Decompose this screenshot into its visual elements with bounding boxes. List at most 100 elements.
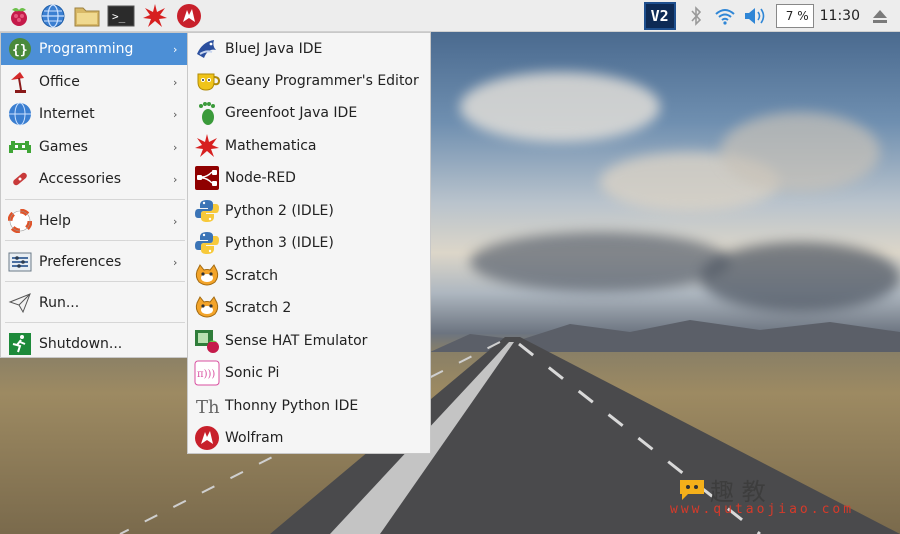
vnc-server-icon[interactable]: V2: [643, 2, 676, 30]
submenu-arrow-icon: ›: [173, 140, 178, 154]
python-icon: [193, 197, 221, 225]
submenu-item-greenfoot[interactable]: Greenfoot Java IDE: [188, 97, 430, 129]
menu-item-label: Run...: [39, 295, 80, 311]
menu-separator: [5, 322, 185, 323]
applications-menu: {} Programming › Office › Internet › Gam…: [0, 32, 188, 358]
wolfram-icon: [193, 424, 221, 452]
wifi-button[interactable]: [710, 7, 740, 25]
submenu-arrow-icon: ›: [173, 214, 178, 228]
menu-item-label: Shutdown...: [39, 336, 123, 352]
cpu-usage-monitor[interactable]: 7 %: [775, 4, 814, 28]
eject-icon: [873, 10, 887, 23]
svg-text:>_: >_: [112, 10, 126, 23]
programming-submenu: BlueJ Java IDE Geany Programmer's Editor…: [187, 32, 431, 454]
submenu-item-label: Sense HAT Emulator: [225, 333, 368, 349]
menu-item-run[interactable]: Run...: [1, 287, 187, 319]
menu-item-programming[interactable]: {} Programming ›: [1, 33, 187, 65]
globe-icon: [7, 101, 33, 127]
submenu-item-label: Scratch 2: [225, 300, 292, 316]
geany-icon: [193, 67, 221, 95]
greenfoot-icon: [193, 99, 221, 127]
menu-item-label: Programming: [39, 41, 134, 57]
clock[interactable]: 11:30: [820, 8, 860, 24]
bluetooth-icon: [691, 6, 701, 26]
menu-separator: [5, 281, 185, 282]
settings-icon: [7, 249, 33, 275]
menu-item-label: Accessories: [39, 171, 122, 187]
sonic-pi-icon: π))): [193, 359, 221, 387]
globe-icon: [41, 3, 65, 28]
menu-separator: [5, 199, 185, 200]
submenu-item-scratch[interactable]: Scratch: [188, 260, 430, 292]
submenu-item-label: Mathematica: [225, 138, 317, 154]
menu-item-label: Office: [39, 74, 80, 90]
knife-icon: [7, 166, 33, 192]
menu-item-preferences[interactable]: Preferences ›: [1, 246, 187, 278]
submenu-item-label: Geany Programmer's Editor: [225, 73, 419, 89]
alien-icon: [7, 134, 33, 160]
menu-item-label: Help: [39, 213, 71, 229]
menu-item-help[interactable]: Help ›: [1, 205, 187, 237]
file-manager-button[interactable]: [72, 1, 102, 31]
submenu-item-label: Sonic Pi: [225, 365, 280, 381]
terminal-icon: >_: [107, 5, 135, 26]
lamp-icon: [7, 69, 33, 95]
eject-button[interactable]: [872, 8, 894, 24]
submenu-item-sonic-pi[interactable]: π))) Sonic Pi: [188, 357, 430, 389]
submenu-item-scratch2[interactable]: Scratch 2: [188, 292, 430, 324]
submenu-item-label: Greenfoot Java IDE: [225, 105, 358, 121]
submenu-arrow-icon: ›: [173, 75, 178, 89]
paper-plane-icon: [7, 290, 33, 316]
submenu-item-label: BlueJ Java IDE: [225, 41, 323, 57]
submenu-item-label: Scratch: [225, 268, 278, 284]
folder-icon: [74, 7, 100, 26]
web-browser-button[interactable]: [38, 1, 68, 31]
menu-item-internet[interactable]: Internet ›: [1, 98, 187, 130]
raspberry-icon: [11, 7, 27, 26]
menu-item-label: Games: [39, 139, 88, 155]
menu-item-label: Preferences: [39, 254, 122, 270]
bluetooth-button[interactable]: [682, 6, 710, 26]
lifebuoy-icon: [7, 208, 33, 234]
submenu-item-bluej[interactable]: BlueJ Java IDE: [188, 33, 430, 65]
submenu-item-python3[interactable]: Python 3 (IDLE): [188, 227, 430, 259]
watermark-url: www.qutaojiao.com: [670, 502, 855, 517]
submenu-item-label: Python 3 (IDLE): [225, 235, 334, 251]
submenu-item-node-red[interactable]: Node-RED: [188, 162, 430, 194]
submenu-item-label: Python 2 (IDLE): [225, 203, 334, 219]
menu-item-games[interactable]: Games ›: [1, 131, 187, 163]
submenu-item-sense-hat-emulator[interactable]: Sense HAT Emulator: [188, 325, 430, 357]
submenu-item-python2[interactable]: Python 2 (IDLE): [188, 195, 430, 227]
mathematica-button[interactable]: [140, 1, 170, 31]
mathematica-icon: [143, 3, 167, 27]
submenu-item-mathematica[interactable]: Mathematica: [188, 130, 430, 162]
python-icon: [193, 229, 221, 257]
volume-button[interactable]: [740, 6, 770, 26]
scratch-icon: [193, 294, 221, 322]
svg-text:{}: {}: [12, 43, 28, 58]
watermark-logo-icon: [680, 480, 704, 500]
menu-item-office[interactable]: Office ›: [1, 66, 187, 98]
submenu-item-geany[interactable]: Geany Programmer's Editor: [188, 65, 430, 97]
menu-item-accessories[interactable]: Accessories ›: [1, 163, 187, 195]
menu-item-shutdown[interactable]: Shutdown...: [1, 328, 187, 360]
raspberry-menu-button[interactable]: [4, 1, 34, 31]
submenu-item-label: Thonny Python IDE: [225, 398, 359, 414]
speaker-icon: [744, 8, 764, 24]
wolfram-icon: [177, 3, 201, 28]
menu-separator: [5, 240, 185, 241]
watermark: 趣 教 www.qutaojiao.com: [670, 472, 870, 522]
thonny-icon: Th: [193, 392, 221, 420]
wifi-icon: [714, 9, 735, 25]
scratch-icon: [193, 262, 221, 290]
submenu-item-label: Wolfram: [225, 430, 284, 446]
wolfram-button[interactable]: [174, 1, 204, 31]
submenu-item-thonny[interactable]: Th Thonny Python IDE: [188, 390, 430, 422]
terminal-button[interactable]: >_: [106, 1, 136, 31]
submenu-item-wolfram[interactable]: Wolfram: [188, 422, 430, 454]
exit-icon: [7, 331, 33, 357]
submenu-arrow-icon: ›: [173, 42, 178, 56]
mathematica-icon: [193, 132, 221, 160]
svg-text:Th: Th: [196, 397, 220, 418]
submenu-arrow-icon: ›: [173, 107, 178, 121]
